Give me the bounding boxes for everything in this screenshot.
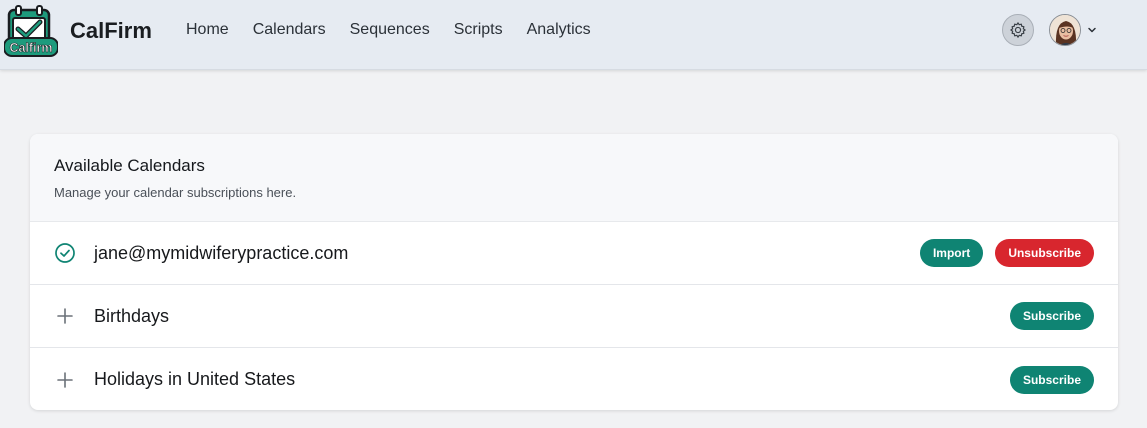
user-avatar [1049,14,1081,46]
row-actions: Subscribe [1009,302,1094,330]
card-subtitle: Manage your calendar subscriptions here. [54,185,297,200]
calfirm-logo[interactable]: Calfirm [3,4,59,58]
nav-scripts[interactable]: Scripts [454,21,503,39]
subscribe-button[interactable]: Subscribe [1009,365,1094,394]
chevron-down-icon [1088,27,1096,33]
top-header: Calfirm CalFirm Home Calendars Sequences… [0,0,1147,70]
main-nav: Home Calendars Sequences Scripts Analyti… [186,21,591,39]
available-calendars-card: Available Calendars Manage your calendar… [30,134,1118,410]
nav-analytics[interactable]: Analytics [527,21,591,39]
calendar-name: Holidays in United States [94,369,296,389]
avatar-portrait-icon [1050,15,1080,45]
user-menu[interactable] [1049,14,1097,46]
nav-calendars[interactable]: Calendars [253,21,326,39]
gear-icon [1010,22,1026,38]
card-title: Available Calendars [54,156,205,175]
calendar-row: Holidays in United States Subscribe [30,348,1118,410]
unsubscribe-button[interactable]: Unsubscribe [995,239,1094,267]
check-circle-icon [54,242,76,264]
calendar-row: jane@mymidwiferypractice.com Import Unsu… [30,222,1118,285]
calendar-check-logo-icon: Calfirm [3,5,59,57]
calendar-row: Birthdays Subscribe [30,285,1118,348]
calendar-name: jane@mymidwiferypractice.com [94,242,349,263]
nav-home[interactable]: Home [186,21,229,39]
plus-icon[interactable] [54,305,76,327]
row-actions: Import Unsubscribe [919,239,1094,267]
import-button[interactable]: Import [919,239,984,267]
card-header: Available Calendars Manage your calendar… [30,134,1118,222]
logo-wordmark: Calfirm [9,41,52,55]
subscribe-button[interactable]: Subscribe [1009,302,1094,330]
nav-sequences[interactable]: Sequences [350,21,430,39]
plus-icon[interactable] [54,369,76,391]
calendar-name: Birthdays [94,305,170,326]
settings-button[interactable] [1002,14,1034,46]
row-actions: Subscribe [1009,365,1094,394]
brand-name[interactable]: CalFirm [70,18,152,44]
